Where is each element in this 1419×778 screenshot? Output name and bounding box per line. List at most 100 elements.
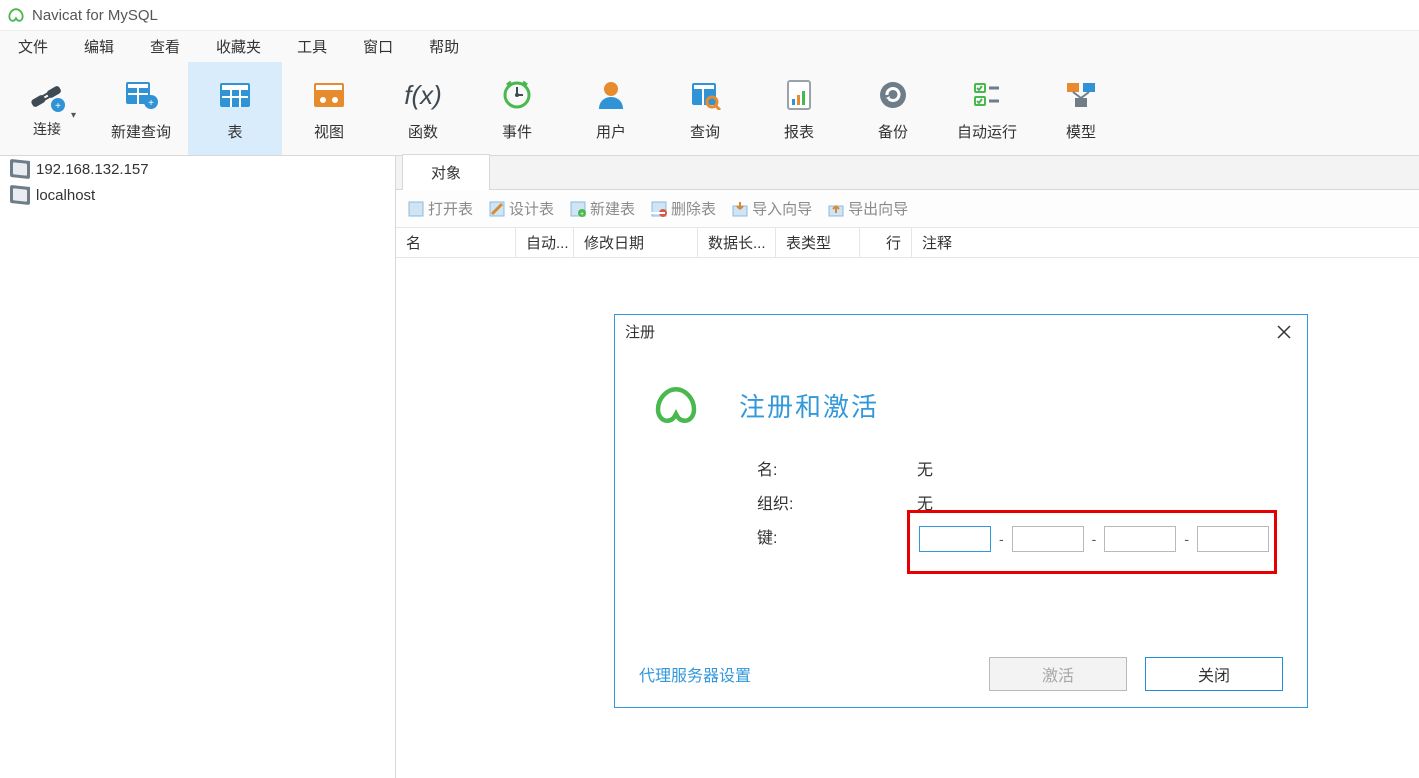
user-icon — [596, 75, 626, 115]
toolbar-model-button[interactable]: 模型 — [1034, 62, 1128, 155]
org-value: 无 — [917, 490, 933, 514]
col-name[interactable]: 名 — [396, 228, 516, 257]
autorun-icon — [971, 75, 1003, 115]
toolbar-function-label: 函数 — [408, 121, 438, 142]
dialog-body: 注册和激活 名: 无 组织: 无 键: - - - — [615, 348, 1307, 552]
function-icon: f(x) — [401, 75, 445, 115]
toolbar-backup-button[interactable]: 备份 — [846, 62, 940, 155]
new-table-label: 新建表 — [590, 198, 635, 219]
proxy-settings-link[interactable]: 代理服务器设置 — [639, 662, 751, 686]
dialog-title-text: 注册 — [625, 321, 655, 342]
col-table-type[interactable]: 表类型 — [776, 228, 860, 257]
view-icon — [311, 75, 347, 115]
dialog-footer: 代理服务器设置 激活 关闭 — [615, 657, 1307, 691]
col-modified[interactable]: 修改日期 — [574, 228, 698, 257]
col-auto[interactable]: 自动... — [516, 228, 574, 257]
org-label: 组织: — [757, 490, 917, 514]
toolbar-function-button[interactable]: f(x) 函数 — [376, 62, 470, 155]
key-input-2[interactable] — [1012, 526, 1084, 552]
toolbar-view-button[interactable]: 视图 — [282, 62, 376, 155]
report-icon — [784, 75, 814, 115]
main-toolbar: + ▾ 连接 + 新建查询 表 — [0, 62, 1419, 156]
design-table-label: 设计表 — [509, 198, 554, 219]
app-title: Navicat for MySQL — [32, 7, 158, 24]
toolbar-model-label: 模型 — [1066, 121, 1096, 142]
app-logo-icon — [6, 5, 26, 25]
col-rows[interactable]: 行 — [860, 228, 912, 257]
toolbar-user-label: 用户 — [596, 121, 626, 142]
toolbar-table-button[interactable]: 表 — [188, 62, 282, 155]
toolbar-event-button[interactable]: 事件 — [470, 62, 564, 155]
toolbar-connect-label: 连接 — [33, 119, 61, 139]
delete-table-label: 删除表 — [671, 198, 716, 219]
menu-edit[interactable]: 编辑 — [66, 30, 132, 63]
connection-item[interactable]: 192.168.132.157 — [0, 156, 395, 182]
dialog-heading: 注册和激活 — [739, 387, 879, 424]
key-label: 键: — [757, 524, 917, 548]
backup-icon — [877, 75, 909, 115]
tab-objects[interactable]: 对象 — [402, 154, 490, 190]
key-input-4[interactable] — [1197, 526, 1269, 552]
import-wizard-label: 导入向导 — [752, 198, 812, 219]
svg-text:+: + — [148, 98, 154, 109]
export-icon — [828, 201, 844, 217]
toolbar-connect-button[interactable]: + ▾ 连接 — [0, 62, 94, 155]
navicat-logo-icon — [649, 378, 703, 432]
toolbar-user-button[interactable]: 用户 — [564, 62, 658, 155]
close-icon[interactable] — [1271, 323, 1297, 341]
plug-icon: + — [24, 79, 70, 113]
import-wizard-button[interactable]: 导入向导 — [726, 194, 818, 223]
table-icon — [217, 75, 253, 115]
name-label: 名: — [757, 456, 917, 480]
close-button[interactable]: 关闭 — [1145, 657, 1283, 691]
menu-view[interactable]: 查看 — [132, 30, 198, 63]
svg-text:f(x): f(x) — [404, 80, 442, 110]
connection-label: localhost — [36, 187, 95, 204]
toolbar-new-query-button[interactable]: + 新建查询 — [94, 62, 188, 155]
menu-favorites[interactable]: 收藏夹 — [198, 30, 279, 63]
toolbar-new-query-label: 新建查询 — [111, 121, 171, 142]
object-toolbar: 打开表 设计表 + 新建表 删除表 导入向导 导出向导 — [396, 190, 1419, 228]
activate-button[interactable]: 激活 — [989, 657, 1127, 691]
toolbar-autorun-label: 自动运行 — [957, 121, 1017, 142]
design-table-button[interactable]: 设计表 — [483, 194, 560, 223]
connection-item[interactable]: localhost — [0, 182, 395, 208]
import-icon — [732, 201, 748, 217]
export-wizard-button[interactable]: 导出向导 — [822, 194, 914, 223]
menu-help[interactable]: 帮助 — [411, 30, 477, 63]
register-dialog: 注册 注册和激活 名: 无 组织: 无 键: - — [614, 314, 1308, 708]
toolbar-report-button[interactable]: 报表 — [752, 62, 846, 155]
query-icon — [688, 75, 722, 115]
title-bar: Navicat for MySQL — [0, 0, 1419, 30]
toolbar-autorun-button[interactable]: 自动运行 — [940, 62, 1034, 155]
key-dash: - — [1184, 531, 1189, 547]
delete-table-button[interactable]: 删除表 — [645, 194, 722, 223]
toolbar-event-label: 事件 — [502, 121, 532, 142]
model-icon — [1064, 75, 1098, 115]
toolbar-backup-label: 备份 — [878, 121, 908, 142]
connection-label: 192.168.132.157 — [36, 161, 149, 178]
svg-text:+: + — [580, 211, 584, 217]
new-table-button[interactable]: + 新建表 — [564, 194, 641, 223]
toolbar-table-label: 表 — [227, 121, 242, 142]
col-data-len[interactable]: 数据长... — [698, 228, 776, 257]
open-table-button[interactable]: 打开表 — [402, 194, 479, 223]
col-comment[interactable]: 注释 — [912, 228, 1419, 257]
key-dash: - — [999, 531, 1004, 547]
name-value: 无 — [917, 456, 933, 480]
menu-tools[interactable]: 工具 — [279, 30, 345, 63]
key-input-1[interactable] — [919, 526, 991, 552]
toolbar-query-button[interactable]: 查询 — [658, 62, 752, 155]
key-input-3[interactable] — [1104, 526, 1176, 552]
menu-file[interactable]: 文件 — [0, 30, 66, 63]
dialog-titlebar: 注册 — [615, 315, 1307, 348]
toolbar-view-label: 视图 — [314, 121, 344, 142]
toolbar-report-label: 报表 — [784, 121, 814, 142]
menu-window[interactable]: 窗口 — [345, 30, 411, 63]
new-query-icon: + — [121, 75, 161, 115]
connection-icon — [10, 185, 30, 205]
connection-icon — [10, 159, 30, 179]
connection-sidebar: 192.168.132.157 localhost — [0, 156, 396, 778]
menu-bar: 文件 编辑 查看 收藏夹 工具 窗口 帮助 — [0, 30, 1419, 62]
chevron-down-icon: ▾ — [71, 110, 76, 121]
